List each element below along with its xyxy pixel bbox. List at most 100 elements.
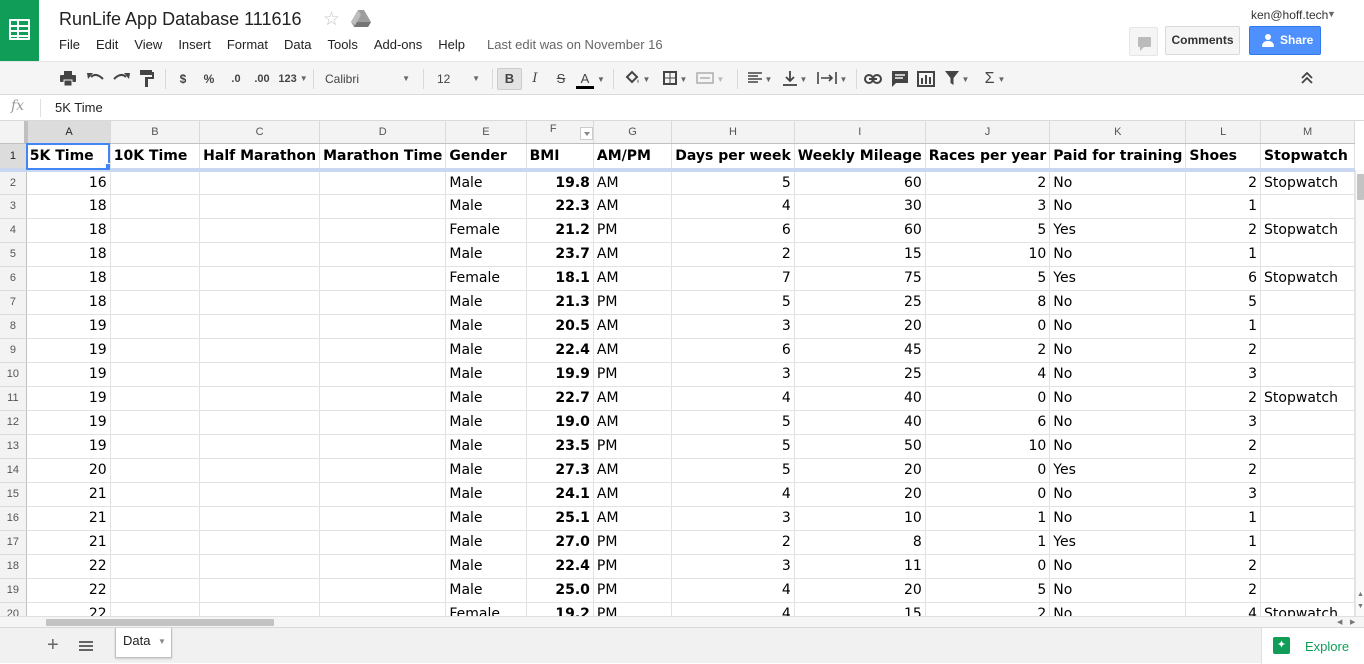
cell-c8[interactable] xyxy=(199,314,321,339)
cell-d7[interactable] xyxy=(319,290,447,315)
cell-c13[interactable] xyxy=(199,434,321,459)
cell-i13[interactable]: 50 xyxy=(794,434,926,459)
cell-j2[interactable]: 2 xyxy=(925,170,1051,195)
cell-i12[interactable]: 40 xyxy=(794,410,926,435)
cell-k5[interactable]: No xyxy=(1049,242,1187,267)
cell-j12[interactable]: 6 xyxy=(925,410,1051,435)
cell-f20[interactable]: 19.2 xyxy=(526,602,594,616)
explore-button[interactable]: ✦ Explore xyxy=(1261,628,1364,664)
cell-g17[interactable]: PM xyxy=(593,530,673,555)
column-header-k[interactable]: K xyxy=(1049,121,1187,144)
column-header-c[interactable]: C xyxy=(199,121,321,144)
cell-f3[interactable]: 22.3 xyxy=(526,194,594,219)
menu-insert[interactable]: Insert xyxy=(172,36,217,54)
cell-d5[interactable] xyxy=(319,242,447,267)
cell-e17[interactable]: Male xyxy=(445,530,527,555)
cell-k14[interactable]: Yes xyxy=(1049,458,1187,483)
font-family-select[interactable]: Calibri ▼ xyxy=(318,68,416,90)
cell-e15[interactable]: Male xyxy=(445,482,527,507)
filter-button[interactable]: ▼ xyxy=(942,68,972,90)
cell-c15[interactable] xyxy=(199,482,321,507)
column-header-b[interactable]: B xyxy=(110,121,201,144)
scroll-left-icon[interactable]: ◀ xyxy=(1337,618,1342,626)
document-title[interactable]: RunLife App Database 111616 xyxy=(59,9,302,30)
cell-i7[interactable]: 25 xyxy=(794,290,926,315)
cell-g4[interactable]: PM xyxy=(593,218,673,243)
cell-j11[interactable]: 0 xyxy=(925,386,1051,411)
cell-c6[interactable] xyxy=(199,266,321,291)
cell-h9[interactable]: 6 xyxy=(671,338,795,363)
cell-b2[interactable] xyxy=(110,170,201,195)
row-header[interactable]: 9 xyxy=(0,338,27,363)
row-header[interactable]: 15 xyxy=(0,482,27,507)
cell-h3[interactable]: 4 xyxy=(671,194,795,219)
all-sheets-menu-icon[interactable] xyxy=(79,641,93,651)
cell-a15[interactable]: 21 xyxy=(26,482,111,507)
cell-j14[interactable]: 0 xyxy=(925,458,1051,483)
italic-button[interactable]: I xyxy=(527,68,543,90)
cell-c16[interactable] xyxy=(199,506,321,531)
cell-l8[interactable]: 1 xyxy=(1185,314,1262,339)
cell-l10[interactable]: 3 xyxy=(1185,362,1262,387)
row-header[interactable]: 6 xyxy=(0,266,27,291)
select-all-corner[interactable] xyxy=(0,121,29,144)
cell-g6[interactable]: AM xyxy=(593,266,673,291)
cell-l19[interactable]: 2 xyxy=(1185,578,1262,603)
cell-j17[interactable]: 1 xyxy=(925,530,1051,555)
cell-f11[interactable]: 22.7 xyxy=(526,386,594,411)
cell-c4[interactable] xyxy=(199,218,321,243)
cell-i18[interactable]: 11 xyxy=(794,554,926,579)
row-header[interactable]: 7 xyxy=(0,290,27,315)
spreadsheet-grid[interactable]: ABCDEFGHIJKLM 1 5K Time 10K Time Half Marat… xyxy=(0,121,1355,616)
cell-m9[interactable] xyxy=(1260,338,1355,363)
cell-b5[interactable] xyxy=(110,242,201,267)
cell-l18[interactable]: 2 xyxy=(1185,554,1262,579)
cell-e7[interactable]: Male xyxy=(445,290,527,315)
insert-comment-icon[interactable] xyxy=(892,71,908,87)
font-size-select[interactable]: 12 ▼ xyxy=(430,68,486,90)
cell-l9[interactable]: 2 xyxy=(1185,338,1262,363)
cell-f5[interactable]: 23.7 xyxy=(526,242,594,267)
cell-a2[interactable]: 16 xyxy=(26,170,111,195)
cell-a12[interactable]: 19 xyxy=(26,410,111,435)
cell-f17[interactable]: 27.0 xyxy=(526,530,594,555)
cell-f4[interactable]: 21.2 xyxy=(526,218,594,243)
cell-h7[interactable]: 5 xyxy=(671,290,795,315)
scroll-down-icon[interactable]: ▼ xyxy=(1357,603,1364,610)
cell-c18[interactable] xyxy=(199,554,321,579)
row-header[interactable]: 19 xyxy=(0,578,27,603)
cell-f13[interactable]: 23.5 xyxy=(526,434,594,459)
cell-e2[interactable]: Male xyxy=(445,170,527,195)
horizontal-scroll-thumb[interactable] xyxy=(46,619,274,626)
borders-button[interactable]: ▼ xyxy=(660,68,690,90)
cell-i10[interactable]: 25 xyxy=(794,362,926,387)
column-header-g[interactable]: G xyxy=(593,121,673,144)
insert-chart-icon[interactable] xyxy=(917,71,935,87)
cell-l6[interactable]: 6 xyxy=(1185,266,1262,291)
cell-e4[interactable]: Female xyxy=(445,218,527,243)
cell-l20[interactable]: 4 xyxy=(1185,602,1262,616)
cell-j1[interactable]: Races per year xyxy=(925,143,1051,172)
cell-l5[interactable]: 1 xyxy=(1185,242,1262,267)
cell-m16[interactable] xyxy=(1260,506,1355,531)
cell-g3[interactable]: AM xyxy=(593,194,673,219)
cell-c1[interactable]: Half Marathon xyxy=(199,143,321,172)
cell-k6[interactable]: Yes xyxy=(1049,266,1187,291)
cell-j6[interactable]: 5 xyxy=(925,266,1051,291)
cell-m20[interactable]: Stopwatch xyxy=(1260,602,1355,616)
cell-f7[interactable]: 21.3 xyxy=(526,290,594,315)
cell-b9[interactable] xyxy=(110,338,201,363)
cell-i15[interactable]: 20 xyxy=(794,482,926,507)
cell-c10[interactable] xyxy=(199,362,321,387)
column-header-l[interactable]: L xyxy=(1185,121,1262,144)
cell-m10[interactable] xyxy=(1260,362,1355,387)
menu-file[interactable]: File xyxy=(53,36,86,54)
cell-b20[interactable] xyxy=(110,602,201,616)
cell-j13[interactable]: 10 xyxy=(925,434,1051,459)
bold-button[interactable]: B xyxy=(497,68,522,90)
cell-a20[interactable]: 22 xyxy=(26,602,111,616)
cell-b16[interactable] xyxy=(110,506,201,531)
paint-format-icon[interactable] xyxy=(140,70,154,87)
chevron-down-icon[interactable]: ▼ xyxy=(158,637,166,646)
cell-d18[interactable] xyxy=(319,554,447,579)
